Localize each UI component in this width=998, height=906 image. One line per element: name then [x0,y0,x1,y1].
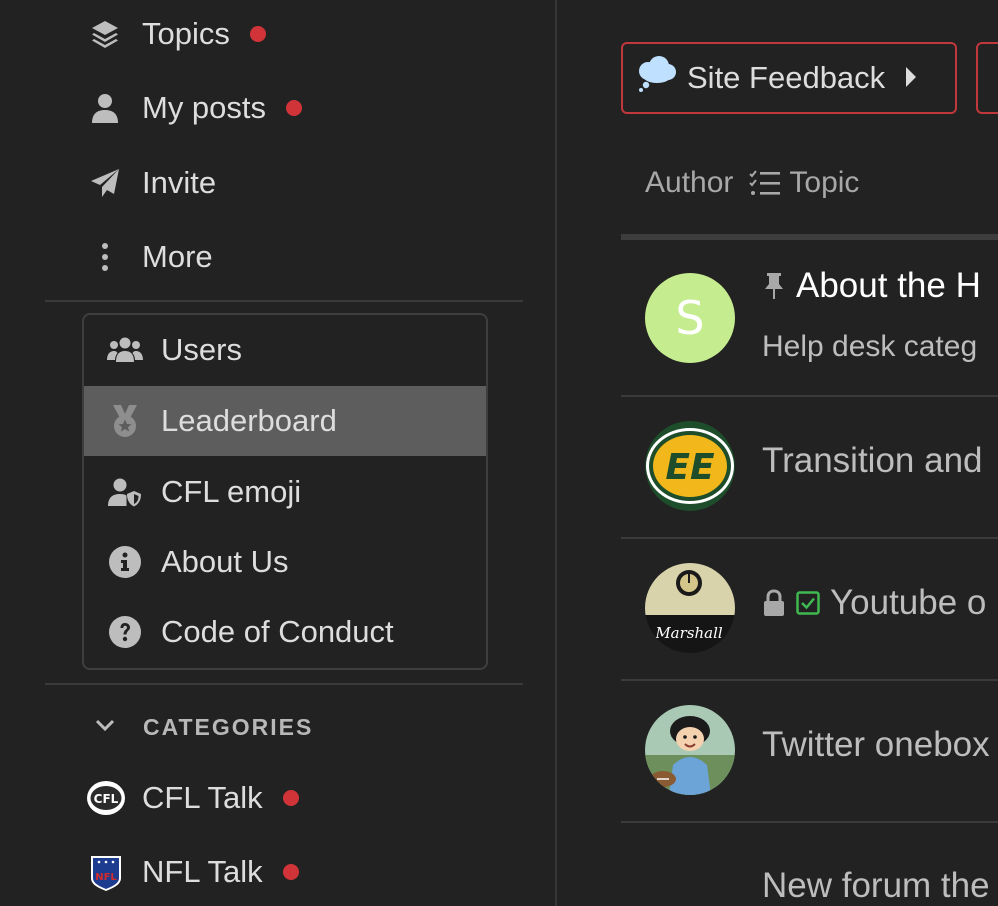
topic-title[interactable]: About the H [762,266,981,306]
marshall-amp-image: Marshall [645,563,735,653]
more-menu-item-label: Code of Conduct [161,614,394,649]
svg-text:NFL: NFL [95,872,117,883]
layers-icon [88,18,122,50]
sidebar-item-more[interactable]: More [88,229,213,285]
ellipsis-vertical-icon [88,241,122,273]
category-item-nfl-talk[interactable]: NFL NFL Talk [86,844,299,900]
info-circle-icon [105,546,145,578]
more-menu-item-leaderboard[interactable]: Leaderboard [84,386,486,456]
row-divider [621,395,998,397]
topic-list-header: Author Topic [645,166,859,200]
caret-right-icon [905,60,917,96]
topic-title-text: About the H [796,266,981,305]
sidebar-item-label: More [142,239,213,274]
topic-column-label: Topic [789,166,860,199]
topic-title-text: Transition and [762,441,983,480]
avatar[interactable] [645,705,735,795]
unread-dot [282,790,299,806]
lucy-avatar-image [645,705,735,795]
sidebar-item-my-posts[interactable]: My posts [88,80,303,136]
users-icon [105,335,145,365]
row-divider [621,537,998,539]
avatar[interactable]: EE [645,421,735,511]
list-check-icon [749,170,781,195]
sidebar-item-invite[interactable]: Invite [88,155,216,211]
solved-checkbox-icon [796,591,820,615]
eskimos-logo: EE [645,421,735,511]
avatar[interactable]: Marshall [645,563,735,653]
categories-header-label: CATEGORIES [143,713,314,740]
category-label: NFL Talk [142,854,263,889]
categories-header[interactable]: CATEGORIES [95,706,313,748]
user-icon [88,92,122,124]
row-divider [621,679,998,681]
thought-balloon-icon [637,55,677,101]
more-menu-item-code-of-conduct[interactable]: Code of Conduct [84,597,486,667]
lock-icon [762,589,786,617]
topic-list-panel: Site Feedback Author Topic S About the H… [557,0,998,906]
sidebar-item-label: Topics [142,16,230,51]
topic-excerpt: Help desk categ [762,330,978,363]
medal-icon [105,403,145,439]
more-menu-item-label: Leaderboard [161,403,337,438]
topic-title-text: Youtube o [830,583,987,622]
pin-icon [762,272,786,300]
avatar[interactable]: S [645,273,735,363]
sidebar-item-label: My posts [142,90,267,125]
unread-dot [286,100,303,116]
category-dropdown-button[interactable]: Site Feedback [621,42,957,114]
tag-dropdown-button[interactable] [976,42,998,114]
unread-dot [282,864,299,880]
svg-text:EE: EE [665,447,715,488]
more-menu-item-about-us[interactable]: About Us [84,527,486,597]
more-menu: Users Leaderboard CFL emoji About Us Cod… [82,313,488,670]
more-menu-item-label: Users [161,332,242,367]
paper-plane-icon [88,167,122,199]
topic-column-header[interactable]: Topic [749,166,859,200]
header-divider [621,234,998,240]
sidebar-item-topics[interactable]: Topics [88,6,266,62]
cfl-logo: CFL [86,778,126,818]
sidebar-item-label: Invite [142,165,217,200]
chevron-down-icon [95,718,115,737]
sidebar: Topics My posts Invite More Users Leader… [0,0,556,906]
avatar-letter: S [675,291,705,345]
category-dropdown-label: Site Feedback [687,60,886,95]
unread-dot [249,26,266,42]
more-menu-item-users[interactable]: Users [84,315,486,385]
topic-title[interactable]: Transition and [762,441,983,481]
more-menu-item-cfl-emoji[interactable]: CFL emoji [84,457,486,527]
topic-title[interactable]: Youtube o [762,583,986,623]
divider [45,683,523,685]
more-menu-item-label: About Us [161,544,289,579]
category-label: CFL Talk [142,780,263,815]
topic-title[interactable]: New forum the [762,866,990,906]
row-divider [621,821,998,823]
question-circle-icon [105,616,145,648]
nfl-logo: NFL [86,852,126,892]
divider [45,300,523,302]
author-column-header: Author [645,166,734,199]
category-item-cfl-talk[interactable]: CFL CFL Talk [86,770,299,826]
svg-text:Marshall: Marshall [654,624,723,642]
topic-title-text: Twitter onebox [762,725,990,764]
user-shield-icon [105,477,145,507]
more-menu-item-label: CFL emoji [161,474,302,509]
topic-title-text: New forum the [762,866,990,905]
topic-title[interactable]: Twitter onebox [762,725,990,765]
svg-text:CFL: CFL [94,792,119,806]
